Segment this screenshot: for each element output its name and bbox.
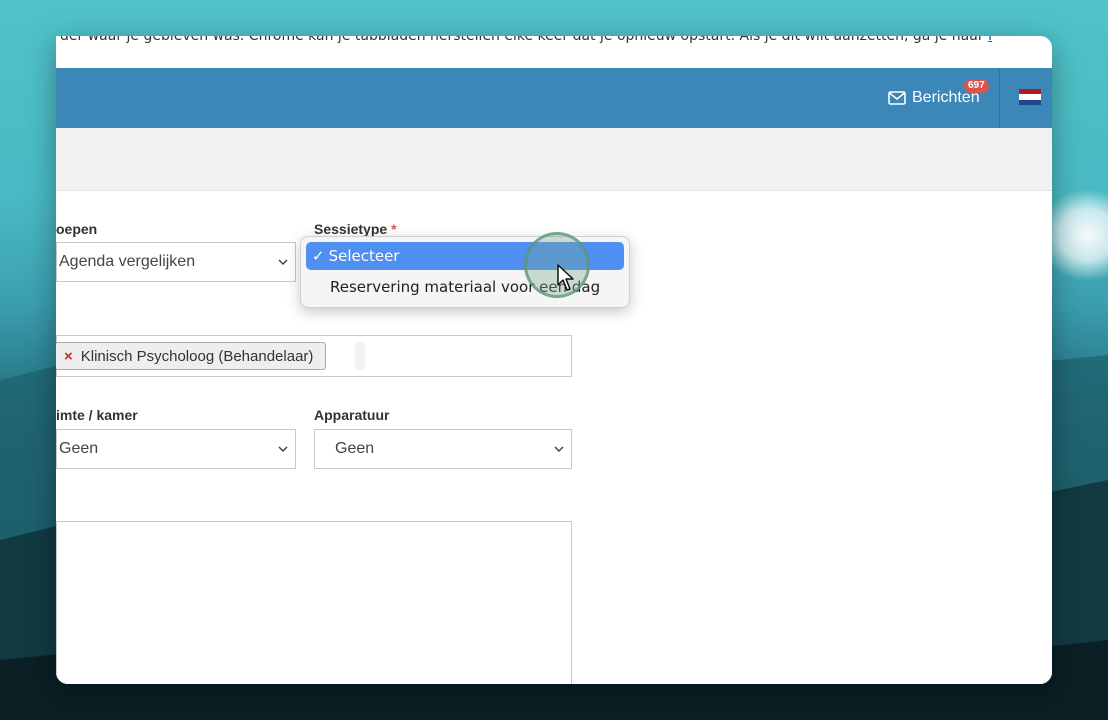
envelope-icon: [888, 91, 906, 105]
chrome-info-banner: der waar je gebleven was. Chrome kan je …: [56, 36, 1052, 68]
remove-tag-icon[interactable]: ×: [64, 348, 73, 365]
chevron-down-icon: [278, 259, 288, 266]
groups-label: oepen: [56, 221, 98, 237]
toolbar-area: [56, 128, 1052, 191]
chevron-down-icon: [278, 446, 288, 453]
checkmark-icon: ✓: [312, 247, 325, 265]
room-label: imte / kamer: [56, 407, 138, 423]
session-type-label-text: Sessietype: [314, 221, 388, 237]
messages-button[interactable]: Berichten: [888, 89, 980, 107]
equipment-select-value: Geen: [335, 440, 375, 457]
notes-textarea[interactable]: [56, 521, 572, 684]
groups-select-value: Agenda vergelijken: [59, 253, 196, 270]
groups-select[interactable]: Agenda vergelijken: [56, 242, 296, 282]
equipment-label: Apparatuur: [314, 407, 390, 423]
mouse-pointer-icon: [557, 264, 574, 291]
browser-window: der waar je gebleven was. Chrome kan je …: [56, 36, 1052, 684]
session-type-label: Sessietype *: [314, 221, 397, 237]
option-label: Selecteer: [328, 247, 400, 265]
participants-input[interactable]: × Klinisch Psycholoog (Behandelaar): [56, 335, 572, 377]
equipment-select[interactable]: Geen: [314, 429, 572, 469]
language-flag-nl[interactable]: [1019, 89, 1041, 105]
room-select-value: Geen: [59, 440, 99, 457]
tag-input-cursor: [355, 342, 365, 370]
room-select[interactable]: Geen: [56, 429, 296, 469]
required-marker: *: [391, 221, 397, 237]
participant-tag-label: Klinisch Psycholoog (Behandelaar): [80, 347, 314, 365]
header-divider: [999, 68, 1000, 128]
app-header: Berichten 697: [56, 68, 1052, 128]
participant-tag: × Klinisch Psycholoog (Behandelaar): [56, 342, 327, 370]
messages-count-badge: 697: [964, 79, 989, 93]
banner-link[interactable]: I: [988, 36, 992, 44]
chevron-down-icon: [554, 446, 564, 453]
banner-text: der waar je gebleven was. Chrome kan je …: [60, 36, 989, 44]
